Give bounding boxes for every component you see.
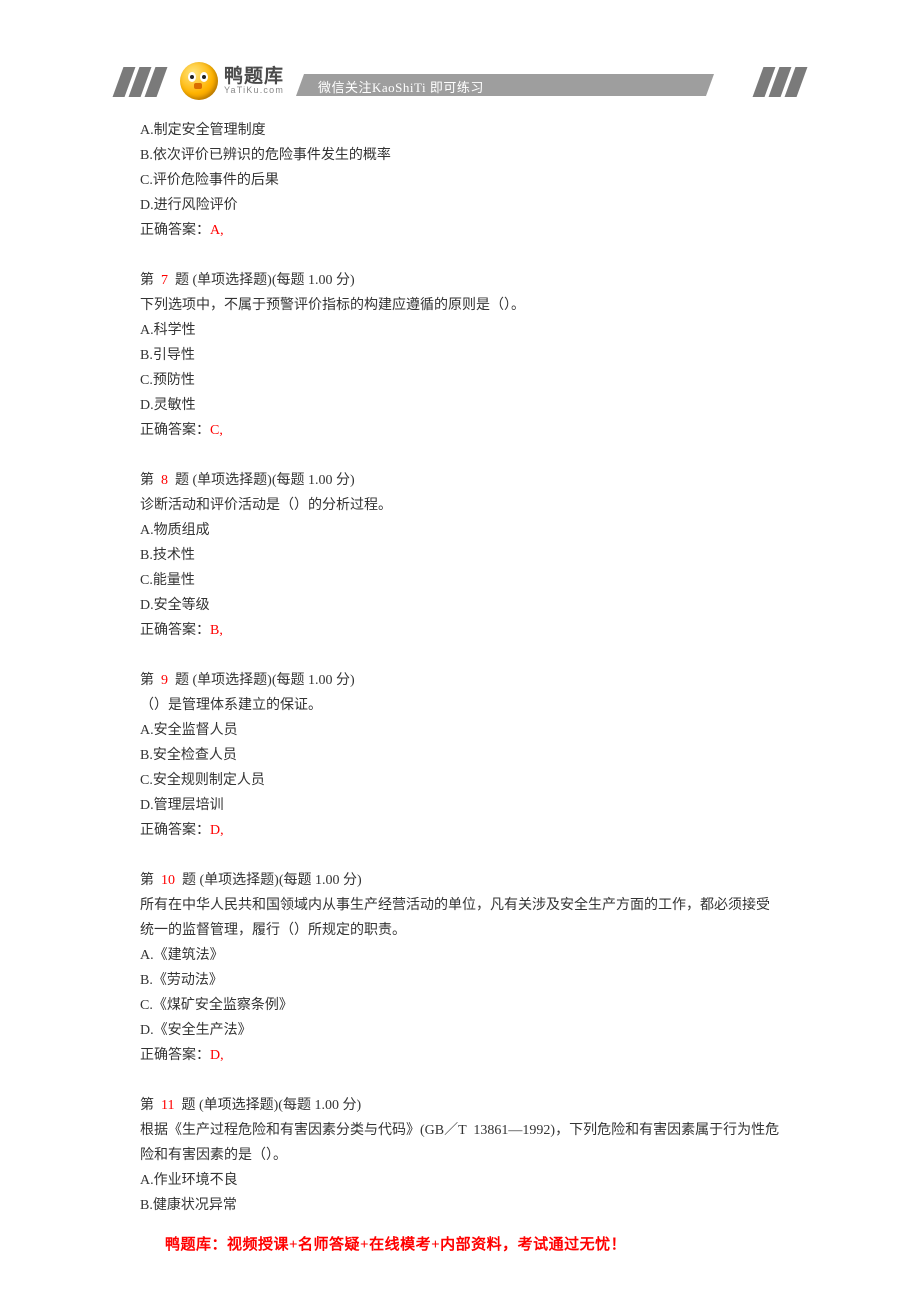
- question-10: 第 10 题 (单项选择题)(每题 1.00 分) 所有在中华人民共和国领域内从…: [140, 868, 780, 1068]
- answer-line: 正确答案：B,: [140, 618, 780, 643]
- q-suffix: 题 (单项选择题)(每题 1.00 分): [168, 673, 355, 688]
- question-stem: 根据《生产过程危险和有害因素分类与代码》(GB／T 13861—1992)，下列…: [140, 1118, 780, 1168]
- question-11-partial: 第 11 题 (单项选择题)(每题 1.00 分) 根据《生产过程危险和有害因素…: [140, 1093, 780, 1218]
- answer-label: 正确答案：: [140, 1048, 210, 1063]
- answer-label: 正确答案：: [140, 223, 210, 238]
- q-prefix: 第: [140, 873, 161, 888]
- header-banner-text: 微信关注KaoShiTi 即可练习: [318, 77, 484, 96]
- question-header: 第 7 题 (单项选择题)(每题 1.00 分): [140, 268, 780, 293]
- logo-text: 鸭题库 YaTiKu.com: [224, 67, 284, 95]
- question-6-partial: A.制定安全管理制度 B.依次评价已辨识的危险事件发生的概率 C.评价危险事件的…: [140, 118, 780, 243]
- question-number: 11: [161, 1098, 174, 1113]
- option-b: B.依次评价已辨识的危险事件发生的概率: [140, 143, 780, 168]
- question-stem: 下列选项中，不属于预警评价指标的构建应遵循的原则是（）。: [140, 293, 780, 318]
- question-9: 第 9 题 (单项选择题)(每题 1.00 分) （）是管理体系建立的保证。 A…: [140, 668, 780, 843]
- option-b: B.《劳动法》: [140, 968, 780, 993]
- question-header: 第 11 题 (单项选择题)(每题 1.00 分): [140, 1093, 780, 1118]
- question-stem: 所有在中华人民共和国领域内从事生产经营活动的单位，凡有关涉及安全生产方面的工作，…: [140, 893, 780, 943]
- answer-label: 正确答案：: [140, 823, 210, 838]
- answer-value: C,: [210, 423, 223, 438]
- option-b: B.健康状况异常: [140, 1193, 780, 1218]
- q-suffix: 题 (单项选择题)(每题 1.00 分): [168, 273, 355, 288]
- option-c: C.预防性: [140, 368, 780, 393]
- document-body: A.制定安全管理制度 B.依次评价已辨识的危险事件发生的概率 C.评价危险事件的…: [140, 118, 780, 1218]
- question-7: 第 7 题 (单项选择题)(每题 1.00 分) 下列选项中，不属于预警评价指标…: [140, 268, 780, 443]
- page-header: 鸭题库 YaTiKu.com 微信关注KaoShiTi 即可练习: [0, 62, 920, 102]
- q-suffix: 题 (单项选择题)(每题 1.00 分): [168, 473, 355, 488]
- answer-value: D,: [210, 823, 224, 838]
- option-b: B.技术性: [140, 543, 780, 568]
- question-header: 第 10 题 (单项选择题)(每题 1.00 分): [140, 868, 780, 893]
- q-suffix: 题 (单项选择题)(每题 1.00 分): [175, 873, 362, 888]
- site-logo: 鸭题库 YaTiKu.com: [180, 62, 284, 100]
- answer-line: 正确答案：C,: [140, 418, 780, 443]
- q-suffix: 题 (单项选择题)(每题 1.00 分): [174, 1098, 361, 1113]
- option-b: B.引导性: [140, 343, 780, 368]
- q-prefix: 第: [140, 673, 161, 688]
- option-a: A.安全监督人员: [140, 718, 780, 743]
- answer-line: 正确答案：D,: [140, 818, 780, 843]
- header-stripes-left: [118, 67, 162, 97]
- question-stem: （）是管理体系建立的保证。: [140, 693, 780, 718]
- answer-line: 正确答案：D,: [140, 1043, 780, 1068]
- q-prefix: 第: [140, 1098, 161, 1113]
- answer-value: B,: [210, 623, 223, 638]
- logo-en: YaTiKu.com: [224, 86, 284, 95]
- header-stripes-right: [758, 67, 802, 97]
- question-header: 第 9 题 (单项选择题)(每题 1.00 分): [140, 668, 780, 693]
- question-number: 7: [161, 273, 168, 288]
- option-a: A.作业环境不良: [140, 1168, 780, 1193]
- duck-icon: [180, 62, 218, 100]
- logo-cn: 鸭题库: [224, 67, 284, 86]
- option-c: C.评价危险事件的后果: [140, 168, 780, 193]
- option-a: A.科学性: [140, 318, 780, 343]
- option-d: D.《安全生产法》: [140, 1018, 780, 1043]
- option-c: C.《煤矿安全监察条例》: [140, 993, 780, 1018]
- q-prefix: 第: [140, 473, 161, 488]
- option-d: D.灵敏性: [140, 393, 780, 418]
- question-number: 10: [161, 873, 175, 888]
- answer-line: 正确答案：A,: [140, 218, 780, 243]
- option-b: B.安全检查人员: [140, 743, 780, 768]
- answer-label: 正确答案：: [140, 423, 210, 438]
- question-8: 第 8 题 (单项选择题)(每题 1.00 分) 诊断活动和评价活动是（）的分析…: [140, 468, 780, 643]
- q-prefix: 第: [140, 273, 161, 288]
- answer-label: 正确答案：: [140, 623, 210, 638]
- option-a: A.制定安全管理制度: [140, 118, 780, 143]
- option-d: D.管理层培训: [140, 793, 780, 818]
- footer-promo-text: 鸭题库：视频授课+名师答疑+在线模考+内部资料，考试通过无忧！: [165, 1233, 626, 1254]
- question-number: 8: [161, 473, 168, 488]
- question-stem: 诊断活动和评价活动是（）的分析过程。: [140, 493, 780, 518]
- option-a: A.物质组成: [140, 518, 780, 543]
- option-a: A.《建筑法》: [140, 943, 780, 968]
- answer-value: A,: [210, 223, 224, 238]
- answer-value: D,: [210, 1048, 224, 1063]
- option-d: D.进行风险评价: [140, 193, 780, 218]
- question-header: 第 8 题 (单项选择题)(每题 1.00 分): [140, 468, 780, 493]
- question-number: 9: [161, 673, 168, 688]
- option-c: C.安全规则制定人员: [140, 768, 780, 793]
- option-d: D.安全等级: [140, 593, 780, 618]
- option-c: C.能量性: [140, 568, 780, 593]
